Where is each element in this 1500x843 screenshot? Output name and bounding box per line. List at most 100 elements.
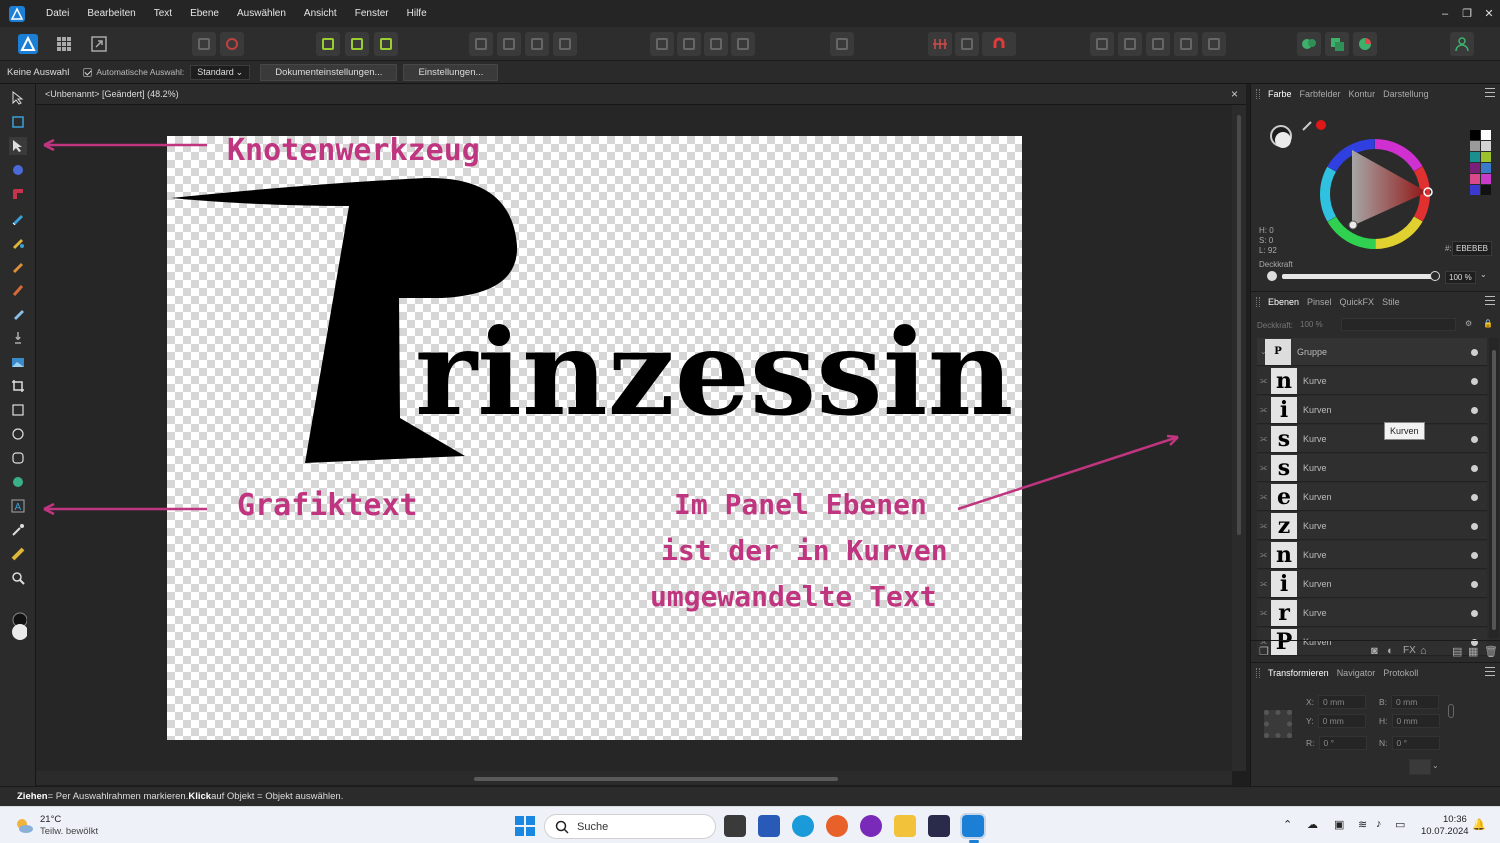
export-persona-icon[interactable]	[87, 32, 111, 56]
color-handle[interactable]	[1348, 220, 1358, 230]
delete-layer-icon[interactable]: 🗑	[1484, 645, 1498, 658]
view-mode-icon[interactable]	[192, 32, 216, 56]
document-title[interactable]: <Unbenannt> [Geändert] (48.2%)	[45, 89, 179, 99]
color-swatch[interactable]	[1470, 141, 1480, 151]
layer-row[interactable]: ⫘ s Kurve	[1257, 454, 1487, 482]
tab-kontur[interactable]: Kontur	[1349, 89, 1376, 99]
menu-auswaehlen[interactable]: Auswählen	[237, 8, 286, 19]
edge-icon[interactable]	[792, 815, 814, 837]
group-layers-icon[interactable]: ▦	[1468, 645, 1478, 658]
visibility-dot[interactable]	[1471, 465, 1478, 472]
color-picker-icon[interactable]	[9, 521, 27, 539]
place-image-icon[interactable]	[9, 353, 27, 371]
arrange-front-icon[interactable]	[553, 32, 577, 56]
eyedropper-icon[interactable]	[1302, 121, 1312, 131]
boolean-subtract-icon[interactable]	[1118, 32, 1142, 56]
tab-ebenen[interactable]: Ebenen	[1268, 297, 1299, 307]
fill-color-swatch[interactable]	[1275, 132, 1291, 148]
transform-origin-button[interactable]	[1409, 759, 1431, 775]
x-input[interactable]: 0 mm	[1318, 695, 1367, 709]
cloud-icon[interactable]: ☁	[1307, 818, 1318, 831]
color-swatch[interactable]	[1481, 130, 1491, 140]
app-circle-icon[interactable]	[860, 815, 882, 837]
menu-datei[interactable]: Datei	[46, 8, 69, 19]
assistant-icon[interactable]	[1297, 32, 1321, 56]
visibility-dot[interactable]	[1471, 523, 1478, 530]
menu-bearbeiten[interactable]: Bearbeiten	[87, 8, 135, 19]
close-document-icon[interactable]: ×	[1231, 87, 1238, 101]
y-input[interactable]: 0 mm	[1317, 714, 1366, 728]
layer-settings-gear-icon[interactable]: ⚙	[1465, 319, 1472, 328]
clock-time[interactable]: 10:36	[1443, 814, 1467, 825]
transform-h-field[interactable]: H: 0 mm	[1379, 714, 1440, 728]
battery-icon[interactable]: ▭	[1395, 818, 1405, 831]
tab-quickfx[interactable]: QuickFX	[1340, 297, 1375, 307]
clock-date[interactable]: 10.07.2024	[1421, 826, 1469, 837]
visibility-dot[interactable]	[1471, 581, 1478, 588]
color-swatch[interactable]	[1470, 174, 1480, 184]
flip-vertical-icon[interactable]	[677, 32, 701, 56]
transform-rotation-field[interactable]: R: 0 °	[1306, 736, 1367, 750]
expand-chevron-icon[interactable]: ⌄	[1260, 347, 1267, 356]
firefox-icon[interactable]	[826, 815, 848, 837]
boolean-xor-icon[interactable]	[1174, 32, 1198, 56]
horizontal-scrollbar[interactable]	[36, 771, 1232, 785]
menu-fenster[interactable]: Fenster	[355, 8, 389, 19]
ellipse-tool-icon[interactable]	[9, 425, 27, 443]
inkscape-icon[interactable]	[928, 815, 950, 837]
weather-icon[interactable]	[13, 815, 35, 837]
transform-shear-field[interactable]: N: 0 °	[1379, 736, 1440, 750]
s-input[interactable]: 0 °	[1391, 736, 1440, 750]
tab-navigator[interactable]: Navigator	[1337, 668, 1376, 678]
snapping-magnet-icon[interactable]	[982, 32, 1016, 56]
restore-button[interactable]: ❐	[1456, 7, 1478, 20]
visibility-dot[interactable]	[1471, 378, 1478, 385]
boolean-intersect-icon[interactable]	[1146, 32, 1170, 56]
arrange-backward-icon[interactable]	[497, 32, 521, 56]
user-account-icon[interactable]	[1450, 32, 1474, 56]
auto-select-dropdown[interactable]: Standard ⌄	[190, 64, 251, 80]
visibility-dot[interactable]	[1471, 552, 1478, 559]
arrange-forward-icon[interactable]	[525, 32, 549, 56]
prinzessin-text[interactable]: rinzessin	[415, 314, 1013, 432]
add-fx-icon[interactable]: FX	[1403, 645, 1416, 656]
transform-w-field[interactable]: B: 0 mm	[1379, 695, 1440, 709]
file-explorer-icon[interactable]	[894, 815, 916, 837]
origin-chevron-icon[interactable]: ⌄	[1432, 761, 1439, 770]
minimize-button[interactable]: –	[1434, 8, 1456, 20]
pencil-tool-icon[interactable]	[9, 233, 27, 251]
document-settings-button[interactable]: Dokumenteinstellungen...	[260, 63, 398, 81]
tab-stile[interactable]: Stile	[1382, 297, 1400, 307]
visibility-dot[interactable]	[1471, 610, 1478, 617]
h-input[interactable]: 0 mm	[1391, 714, 1440, 728]
tab-darstellung[interactable]: Darstellung	[1383, 89, 1429, 99]
share-icon[interactable]	[1325, 32, 1349, 56]
tab-protokoll[interactable]: Protokoll	[1383, 668, 1418, 678]
layer-row[interactable]: ⫘ i Kurven	[1257, 570, 1487, 598]
panel-grip-icon[interactable]	[1256, 89, 1260, 99]
recent-color-swatch[interactable]	[1316, 120, 1326, 130]
flip-horizontal-icon[interactable]	[650, 32, 674, 56]
artboard-tool-icon[interactable]	[9, 113, 27, 131]
tab-farbfelder[interactable]: Farbfelder	[1300, 89, 1341, 99]
layer-row[interactable]: ⫘ n Kurve	[1257, 541, 1487, 569]
artistic-text-tool-icon[interactable]: A	[9, 497, 27, 515]
color-swatch[interactable]	[1470, 185, 1480, 195]
horizontal-scroll-thumb[interactable]	[474, 777, 838, 781]
tray-chevron-up-icon[interactable]: ⌃	[1283, 818, 1292, 831]
snap-geometry-icon[interactable]	[345, 32, 369, 56]
menu-hilfe[interactable]: Hilfe	[407, 8, 427, 19]
arrange-back-icon[interactable]	[469, 32, 493, 56]
document-canvas[interactable]: rinzessin	[167, 136, 1022, 740]
task-view-icon[interactable]	[724, 815, 746, 837]
layer-row[interactable]: ⫘ e Kurven	[1257, 483, 1487, 511]
menu-ebene[interactable]: Ebene	[190, 8, 219, 19]
snap-nodes-icon[interactable]	[374, 32, 398, 56]
panel-grip-icon[interactable]	[1256, 668, 1260, 678]
add-layer-icon[interactable]: ▤	[1452, 645, 1462, 658]
w-input[interactable]: 0 mm	[1391, 695, 1440, 709]
link-proportions-icon[interactable]	[1448, 704, 1454, 718]
visibility-dot[interactable]	[1471, 494, 1478, 501]
pen-tool-icon[interactable]	[9, 209, 27, 227]
anchor-point-selector[interactable]	[1264, 710, 1292, 738]
